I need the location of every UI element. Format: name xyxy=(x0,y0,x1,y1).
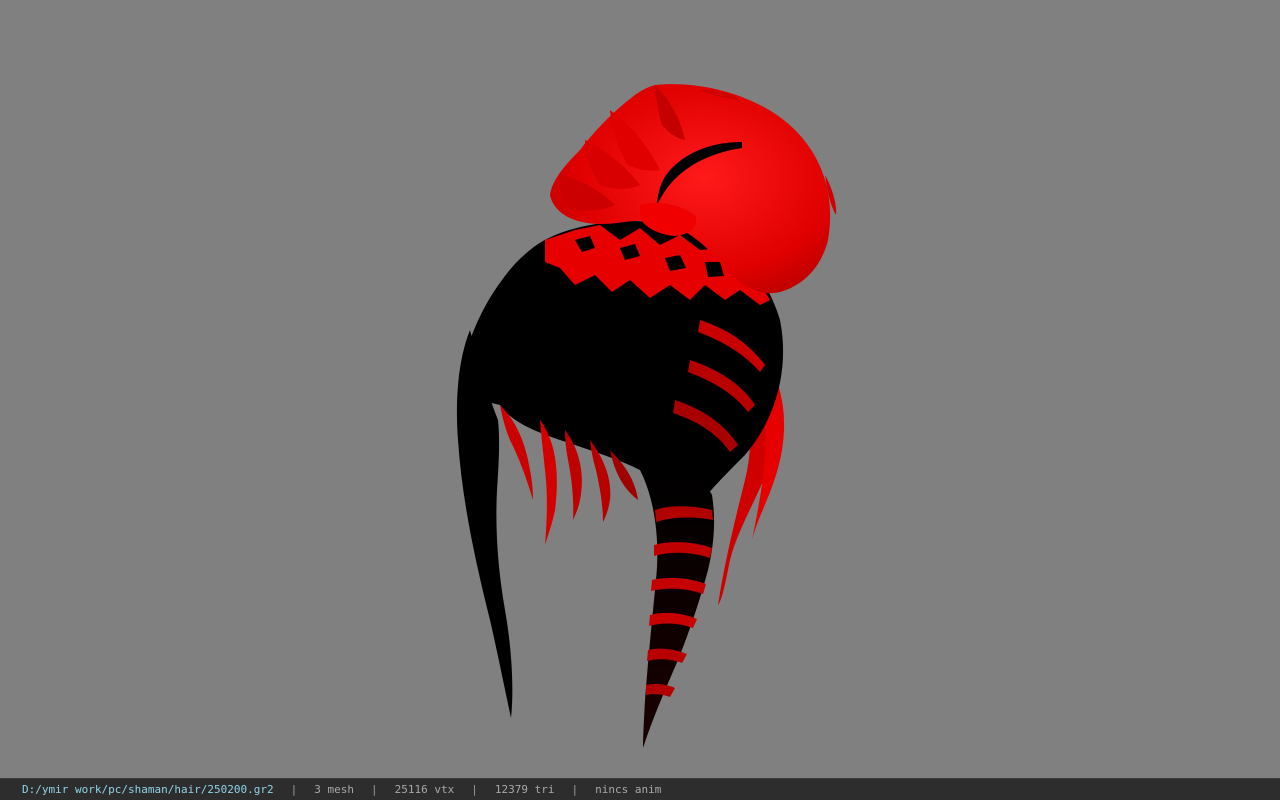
file-path: D:/ymir work/pc/shaman/hair/250200.gr2 xyxy=(22,783,274,796)
separator: | xyxy=(571,783,579,796)
mesh-count: 3 mesh xyxy=(314,783,355,796)
model-render[interactable] xyxy=(0,0,1280,778)
vertex-count: 25116 vtx xyxy=(394,783,455,796)
status-bar: D:/ymir work/pc/shaman/hair/250200.gr2 |… xyxy=(0,778,1280,800)
separator: | xyxy=(471,783,478,796)
3d-viewport[interactable] xyxy=(0,0,1280,778)
separator: | xyxy=(371,783,378,796)
separator: | xyxy=(290,783,298,796)
triangle-count: 12379 tri xyxy=(494,783,555,796)
hair-fringe-2 xyxy=(540,420,557,545)
anim-status: nincs anim xyxy=(595,783,662,796)
